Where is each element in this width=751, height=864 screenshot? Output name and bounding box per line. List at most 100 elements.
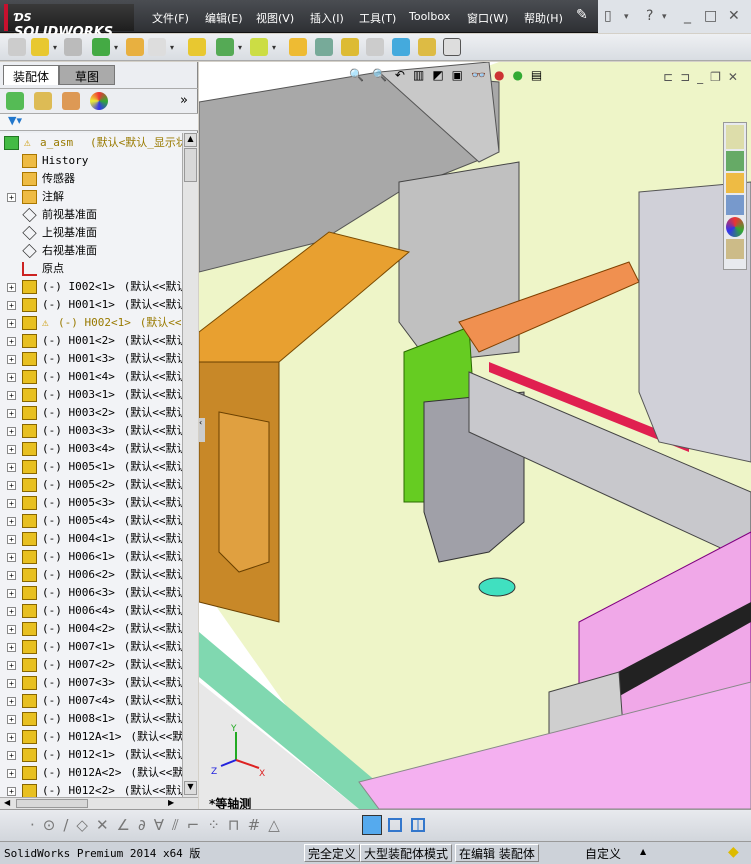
clearance-icon[interactable]: [418, 38, 436, 56]
tree-item[interactable]: 传感器: [0, 170, 182, 188]
panel-collapse-handle[interactable]: ‹: [199, 418, 205, 442]
expand-icon[interactable]: +: [7, 499, 16, 508]
tree-item[interactable]: + (-) I002<1> (默认<<默认: [0, 278, 182, 296]
units-dropdown-icon[interactable]: ▲: [640, 847, 646, 856]
insert-component-icon[interactable]: [8, 38, 26, 56]
tree-item[interactable]: + (-) H005<3> (默认<<默认: [0, 494, 182, 512]
expand-icon[interactable]: +: [7, 463, 16, 472]
property-manager-icon[interactable]: [34, 92, 52, 110]
file-explorer-icon[interactable]: [726, 173, 744, 193]
expand-icon[interactable]: +: [7, 283, 16, 292]
chamfer-icon[interactable]: ∀: [154, 816, 164, 834]
expand-icon[interactable]: +: [7, 571, 16, 580]
hide-show-icon[interactable]: 👓: [471, 68, 486, 88]
menu-file[interactable]: 文件(F): [152, 10, 189, 26]
display-style-icon[interactable]: ▣: [452, 68, 463, 88]
menu-window[interactable]: 窗口(W): [467, 10, 508, 26]
rebuild-icon[interactable]: ◆: [728, 844, 739, 860]
zoom-area-icon[interactable]: 🔍: [372, 68, 387, 88]
offset-icon[interactable]: ⫽: [172, 816, 179, 834]
expand-icon[interactable]: +: [7, 787, 16, 796]
minimize-icon[interactable]: _: [697, 70, 703, 84]
split-right-icon[interactable]: ⊐: [680, 70, 690, 84]
expand-icon[interactable]: +: [7, 661, 16, 670]
tree-item[interactable]: + (-) H004<1> (默认<<默认: [0, 530, 182, 548]
expand-icon[interactable]: +: [7, 625, 16, 634]
polygon-icon[interactable]: ◇: [76, 816, 88, 834]
assembly-model[interactable]: [199, 62, 751, 809]
expand-icon[interactable]: +: [7, 193, 16, 202]
scroll-right-icon[interactable]: ▶: [168, 798, 174, 807]
tree-item[interactable]: + (-) H007<3> (默认<<默认: [0, 674, 182, 692]
scroll-up-icon[interactable]: ▲: [184, 133, 197, 147]
home-icon[interactable]: [726, 125, 744, 149]
tree-item[interactable]: + (-) H006<4> (默认<<默认: [0, 602, 182, 620]
previous-view-icon[interactable]: ↶: [395, 68, 405, 88]
pattern-icon[interactable]: [92, 38, 110, 56]
menu-toolbox[interactable]: Toolbox: [409, 10, 450, 23]
tree-item[interactable]: + (-) H001<1> (默认<<默认: [0, 296, 182, 314]
expand-icon[interactable]: +: [7, 481, 16, 490]
reference-geometry-icon[interactable]: [250, 38, 268, 56]
new-document-icon[interactable]: ▯: [604, 8, 612, 24]
scene-icon[interactable]: ●: [512, 68, 522, 88]
tree-item[interactable]: + (-) H012A<2> (默认<<默认: [0, 764, 182, 782]
expand-icon[interactable]: +: [7, 373, 16, 382]
tree-vertical-scrollbar[interactable]: ▲ ▼: [182, 133, 198, 797]
expand-icon[interactable]: +: [7, 301, 16, 310]
tree-item[interactable]: + (-) H004<2> (默认<<默认: [0, 620, 182, 638]
move-component-icon[interactable]: [148, 38, 166, 56]
maximize-icon[interactable]: □: [704, 8, 717, 24]
assembly-features-icon[interactable]: [216, 38, 234, 56]
filter-bar[interactable]: ▼▾: [0, 114, 198, 131]
tree-item[interactable]: + (-) H006<1> (默认<<默认: [0, 548, 182, 566]
exploded-view-icon[interactable]: [341, 38, 359, 56]
close-icon[interactable]: ✕: [728, 8, 740, 24]
tree-item[interactable]: ⚠ a_asm (默认<默认_显示状: [0, 134, 182, 152]
tree-item[interactable]: + (-) H012<2> (默认<<默认: [0, 782, 182, 797]
tree-item[interactable]: + (-) H007<1> (默认<<默认: [0, 638, 182, 656]
menu-tools[interactable]: 工具(T): [359, 10, 396, 26]
pin-icon[interactable]: ✎: [576, 7, 588, 23]
expand-icon[interactable]: +: [7, 427, 16, 436]
dimension-icon[interactable]: ⊓: [228, 816, 240, 834]
tree-item[interactable]: History: [0, 152, 182, 170]
expand-icon[interactable]: +: [7, 751, 16, 760]
feature-manager-icon[interactable]: [6, 92, 24, 110]
expand-icon[interactable]: +: [7, 643, 16, 652]
tree-item[interactable]: + (-) H007<2> (默认<<默认: [0, 656, 182, 674]
four-view-icon[interactable]: [411, 818, 425, 832]
section-view-icon[interactable]: ▥: [413, 68, 424, 88]
tree-item[interactable]: + (-) H003<2> (默认<<默认: [0, 404, 182, 422]
tree-item[interactable]: + (-) H001<3> (默认<<默认: [0, 350, 182, 368]
expand-icon[interactable]: +: [7, 733, 16, 742]
expand-icon[interactable]: +: [7, 715, 16, 724]
tree-item[interactable]: + (-) H005<4> (默认<<默认: [0, 512, 182, 530]
expand-icon[interactable]: +: [7, 697, 16, 706]
tree-item[interactable]: + (-) H012<1> (默认<<默认: [0, 746, 182, 764]
point-icon[interactable]: ·: [30, 816, 35, 834]
show-hidden-icon[interactable]: [188, 38, 206, 56]
close-icon[interactable]: ✕: [728, 70, 738, 84]
3d-view-icon[interactable]: [362, 815, 382, 835]
expand-icon[interactable]: +: [7, 553, 16, 562]
expand-icon[interactable]: +: [7, 607, 16, 616]
tree-item[interactable]: + 注解: [0, 188, 182, 206]
expand-icon[interactable]: +: [7, 337, 16, 346]
scroll-left-icon[interactable]: ◀: [4, 798, 10, 807]
new-dropdown-icon[interactable]: ▾: [624, 12, 629, 22]
dropdown-icon[interactable]: ▾: [114, 43, 118, 52]
tab-assembly[interactable]: 装配体: [3, 65, 59, 85]
tree-item[interactable]: + (-) H003<4> (默认<<默认: [0, 440, 182, 458]
tree-item[interactable]: + (-) H001<4> (默认<<默认: [0, 368, 182, 386]
grid-icon[interactable]: #: [248, 816, 261, 834]
bill-of-materials-icon[interactable]: [315, 38, 333, 56]
tree-item[interactable]: + (-) H001<2> (默认<<默认: [0, 332, 182, 350]
split-left-icon[interactable]: ⊏: [663, 70, 673, 84]
line-icon[interactable]: /: [63, 816, 68, 834]
expand-icon[interactable]: +: [7, 355, 16, 364]
configuration-manager-icon[interactable]: [62, 92, 80, 110]
display-manager-icon[interactable]: [90, 92, 108, 110]
instant3d-icon[interactable]: [443, 38, 461, 56]
expand-icon[interactable]: +: [7, 589, 16, 598]
